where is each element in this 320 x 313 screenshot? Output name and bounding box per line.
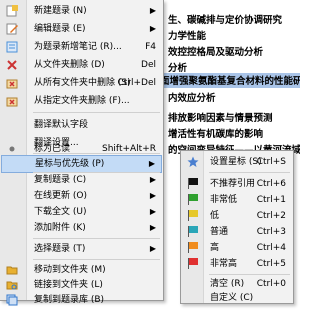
delete-specified-icon — [6, 95, 18, 107]
list-item[interactable]: 内效应分析 — [168, 90, 300, 103]
context-menu: 新建题录 (N) ▶ 编辑题录 (E) ▶ 为题录新增笔记 (R)... F4 … — [0, 0, 164, 306]
delete-from-folder-icon — [6, 59, 18, 71]
add-note-icon — [6, 41, 18, 53]
menu-item-custom[interactable]: 自定义 (C) — [182, 289, 292, 307]
link-to-folder-icon — [6, 279, 18, 291]
submenu-arrow-icon: ▶ — [149, 24, 156, 33]
submenu-arrow-icon: ▶ — [149, 244, 156, 253]
menu-item-select-record[interactable]: 选择题录 (T) ▶ — [1, 240, 162, 258]
list-item[interactable]: 增活性有机碳库的影响 — [168, 126, 300, 139]
list-item[interactable]: 排放影响因素与情景预测 — [168, 110, 300, 123]
menu-separator — [33, 112, 160, 113]
menu-item-new-record[interactable]: 新建题录 (N) ▶ — [1, 2, 162, 20]
menu-item-add-note[interactable]: 为题录新增笔记 (R)... F4 — [1, 38, 162, 56]
menu-separator — [33, 259, 160, 260]
new-record-icon — [6, 5, 18, 17]
list-item[interactable]: 效控控格局及驱动分析 — [168, 44, 300, 57]
menu-item-translate-fields[interactable]: 翻译默认字段 — [1, 116, 162, 134]
submenu-arrow-icon: ▶ — [148, 159, 155, 168]
list-item[interactable]: 分析 — [168, 60, 300, 73]
list-item-selected[interactable]: 面增强聚氨酯基复合材料的性能研 — [160, 73, 300, 88]
priority-submenu: 设置星标 (S) Ctrl+S 不推荐引用 Ctrl+6 非常低 Ctrl+1 … — [180, 150, 294, 304]
submenu-arrow-icon: ▶ — [149, 223, 156, 232]
menu-item-edit-record[interactable]: 编辑题录 (E) ▶ — [1, 20, 162, 38]
mark-read-icon — [6, 143, 18, 155]
menu-item-delete-from-folder[interactable]: 从文件夹删除 (D) Del — [1, 56, 162, 74]
menu-item-delete-specified[interactable]: 从指定文件夹删除 (F)... — [1, 92, 162, 110]
edit-record-icon — [6, 23, 18, 35]
menu-item-priority-very-high[interactable]: 非常高 Ctrl+5 — [182, 255, 292, 273]
copy-to-library-icon — [6, 294, 18, 306]
star-icon — [187, 156, 199, 168]
menu-separator — [209, 172, 290, 173]
delete-all-icon — [6, 77, 18, 89]
move-to-folder-icon — [6, 264, 18, 276]
submenu-arrow-icon: ▶ — [149, 6, 156, 15]
menu-item-copy-to-library[interactable]: 复制到题录库 (B) — [1, 291, 162, 309]
menu-separator — [33, 238, 160, 239]
menu-item-add-attachment[interactable]: 添加附件 (K) ▶ — [1, 219, 162, 237]
list-item[interactable]: 生、碳碱排与定价协调研究 — [168, 12, 300, 25]
list-item[interactable]: 力学性能 — [168, 28, 300, 41]
menu-item-set-star[interactable]: 设置星标 (S) Ctrl+S — [182, 153, 292, 171]
menu-item-delete-all[interactable]: 从所有文件夹中删除 (S) Ctrl+Del — [1, 74, 162, 92]
